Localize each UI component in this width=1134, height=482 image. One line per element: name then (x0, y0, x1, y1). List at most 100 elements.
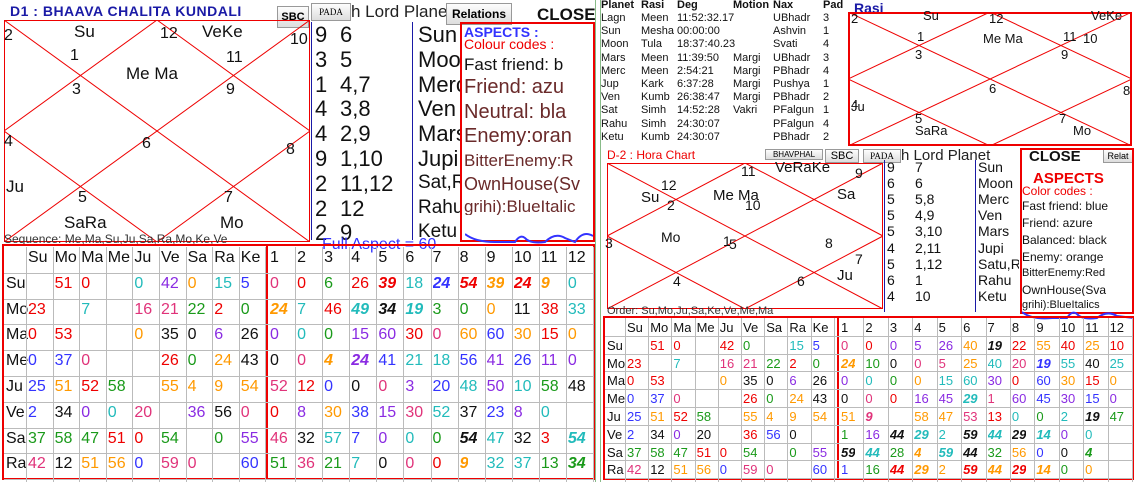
lord-house-number: 4 (315, 96, 328, 122)
grid-cell: 4 (914, 445, 922, 459)
grid-header: Me (107, 250, 131, 266)
table-cell: Simh (641, 104, 667, 117)
lord-house-number: 6 (887, 175, 895, 192)
house-number: 5 (78, 189, 87, 206)
grid-cell: 51 (650, 338, 665, 352)
grid-cell: 25 (28, 379, 46, 395)
divider (884, 160, 885, 312)
grid-cell: 0 (889, 392, 898, 406)
house-number: 10 (1083, 31, 1098, 46)
grid-cell: 60 (1011, 392, 1027, 406)
grid-cell: 24 (351, 353, 370, 370)
grid-cell: 52 (270, 379, 288, 395)
close-button[interactable]: CLOSE (537, 6, 596, 23)
grid-rule (1034, 318, 1036, 482)
grid-header: Su (28, 250, 48, 266)
grid-cell: 0 (889, 374, 898, 388)
grid-rule (457, 247, 459, 482)
house-number: 2 (667, 197, 675, 213)
grid-header: 3 (324, 250, 334, 266)
grid-cell: 39 (378, 275, 397, 292)
grid-cell: 16 (719, 356, 735, 370)
house-number: 2 (851, 11, 859, 26)
grid-row-label: Ve (607, 427, 623, 441)
grid-header: Sa (187, 250, 208, 266)
grid-cell: 40 (1085, 356, 1100, 370)
grid-cell: 4 (766, 410, 774, 423)
pada-button-2[interactable]: PADA (863, 149, 901, 163)
table-cell: PFalgun (773, 104, 814, 117)
grid-cell: 0 (324, 379, 334, 395)
house-number: 11 (741, 163, 756, 179)
grid-rule (484, 247, 486, 482)
lord-houses: 1 (915, 271, 923, 288)
grid-cell: 0 (719, 463, 728, 477)
table-cell: Kumb (641, 130, 670, 143)
grid-cell: 43 (812, 392, 828, 406)
grid-cell: 44 (865, 445, 880, 459)
pada-button[interactable]: PADA (311, 3, 351, 21)
grid-rule (1083, 318, 1085, 482)
grid-cell: 0 (1085, 463, 1093, 477)
grid-cell: 0 (187, 353, 197, 370)
planet-label: Ju (6, 177, 24, 196)
lord-houses: 12 (340, 195, 365, 221)
grid-cell: 15 (1085, 374, 1100, 388)
grid-cell: 42 (719, 338, 735, 352)
grid-cell: 16 (865, 427, 880, 441)
grid-cell: 2 (938, 463, 946, 477)
grid-header: Me (696, 321, 715, 334)
aspect-legend-grihi: grihi):BlueItalic (464, 198, 576, 215)
grid-cell: 9 (214, 379, 224, 395)
grid-cell: 10 (1109, 338, 1125, 352)
grid-cell: 34 (650, 427, 665, 441)
sbc-button-2[interactable]: SBC (825, 149, 859, 163)
grid-cell: 32 (486, 456, 505, 473)
grid-cell: 29 (1011, 427, 1027, 441)
grid-cell: 56 (696, 463, 712, 477)
grid-rule (810, 318, 812, 482)
grid-cell: 28 (889, 445, 905, 459)
grid-cell: 36 (743, 427, 758, 441)
grid-cell: 32 (513, 430, 532, 447)
table-cell: PBhadr (773, 130, 810, 143)
planet-name: Moon (418, 48, 460, 71)
grid-cell: 0 (627, 374, 635, 388)
table-cell: 00:00:00 (677, 25, 720, 38)
planet-name: Jupi (978, 240, 1004, 255)
table-cell: Lagn (601, 12, 626, 24)
house-number: 11 (1063, 29, 1077, 44)
grid-rule (265, 247, 267, 482)
planet-name: Mars (418, 123, 460, 146)
grid-cell: 54 (567, 430, 586, 447)
table-cell: 18:37:40.23 (677, 38, 736, 51)
grid-cell: 53 (650, 374, 665, 388)
lord-house-number: 9 (315, 146, 328, 171)
grid-header: 2 (865, 321, 873, 334)
grid-cell: 0 (567, 275, 577, 292)
table-cell: Meen (641, 64, 669, 77)
grid-rule (238, 247, 240, 482)
grid-cell: 0 (865, 338, 873, 352)
grid-cell: 0 (1085, 427, 1093, 441)
grid-cell: 3 (432, 301, 442, 318)
grid-rule (671, 318, 673, 482)
grid-cell: 0 (1109, 374, 1117, 388)
table-cell: Svati (773, 38, 798, 51)
house-number: 7 (855, 251, 863, 267)
grid-cell: 20 (134, 404, 153, 421)
grid-cell: 0 (889, 356, 898, 370)
grid-cell: 55 (1036, 338, 1051, 352)
table-cell: 2 (823, 91, 830, 104)
grid-cell: 13 (987, 410, 1002, 423)
grid-rule (376, 247, 378, 482)
grid-cell: 30 (405, 327, 424, 344)
grid-cell: 37 (513, 456, 532, 473)
house-number: 5 (729, 236, 737, 252)
grid-header: 9 (486, 250, 496, 266)
grid-cell: 52 (673, 410, 688, 423)
grid-cell: 0 (378, 379, 388, 395)
grid-cell: 22 (187, 301, 206, 318)
grid-cell: 30 (1060, 392, 1076, 406)
aspect-legend-enemy: Enemy: orange (1022, 251, 1104, 263)
